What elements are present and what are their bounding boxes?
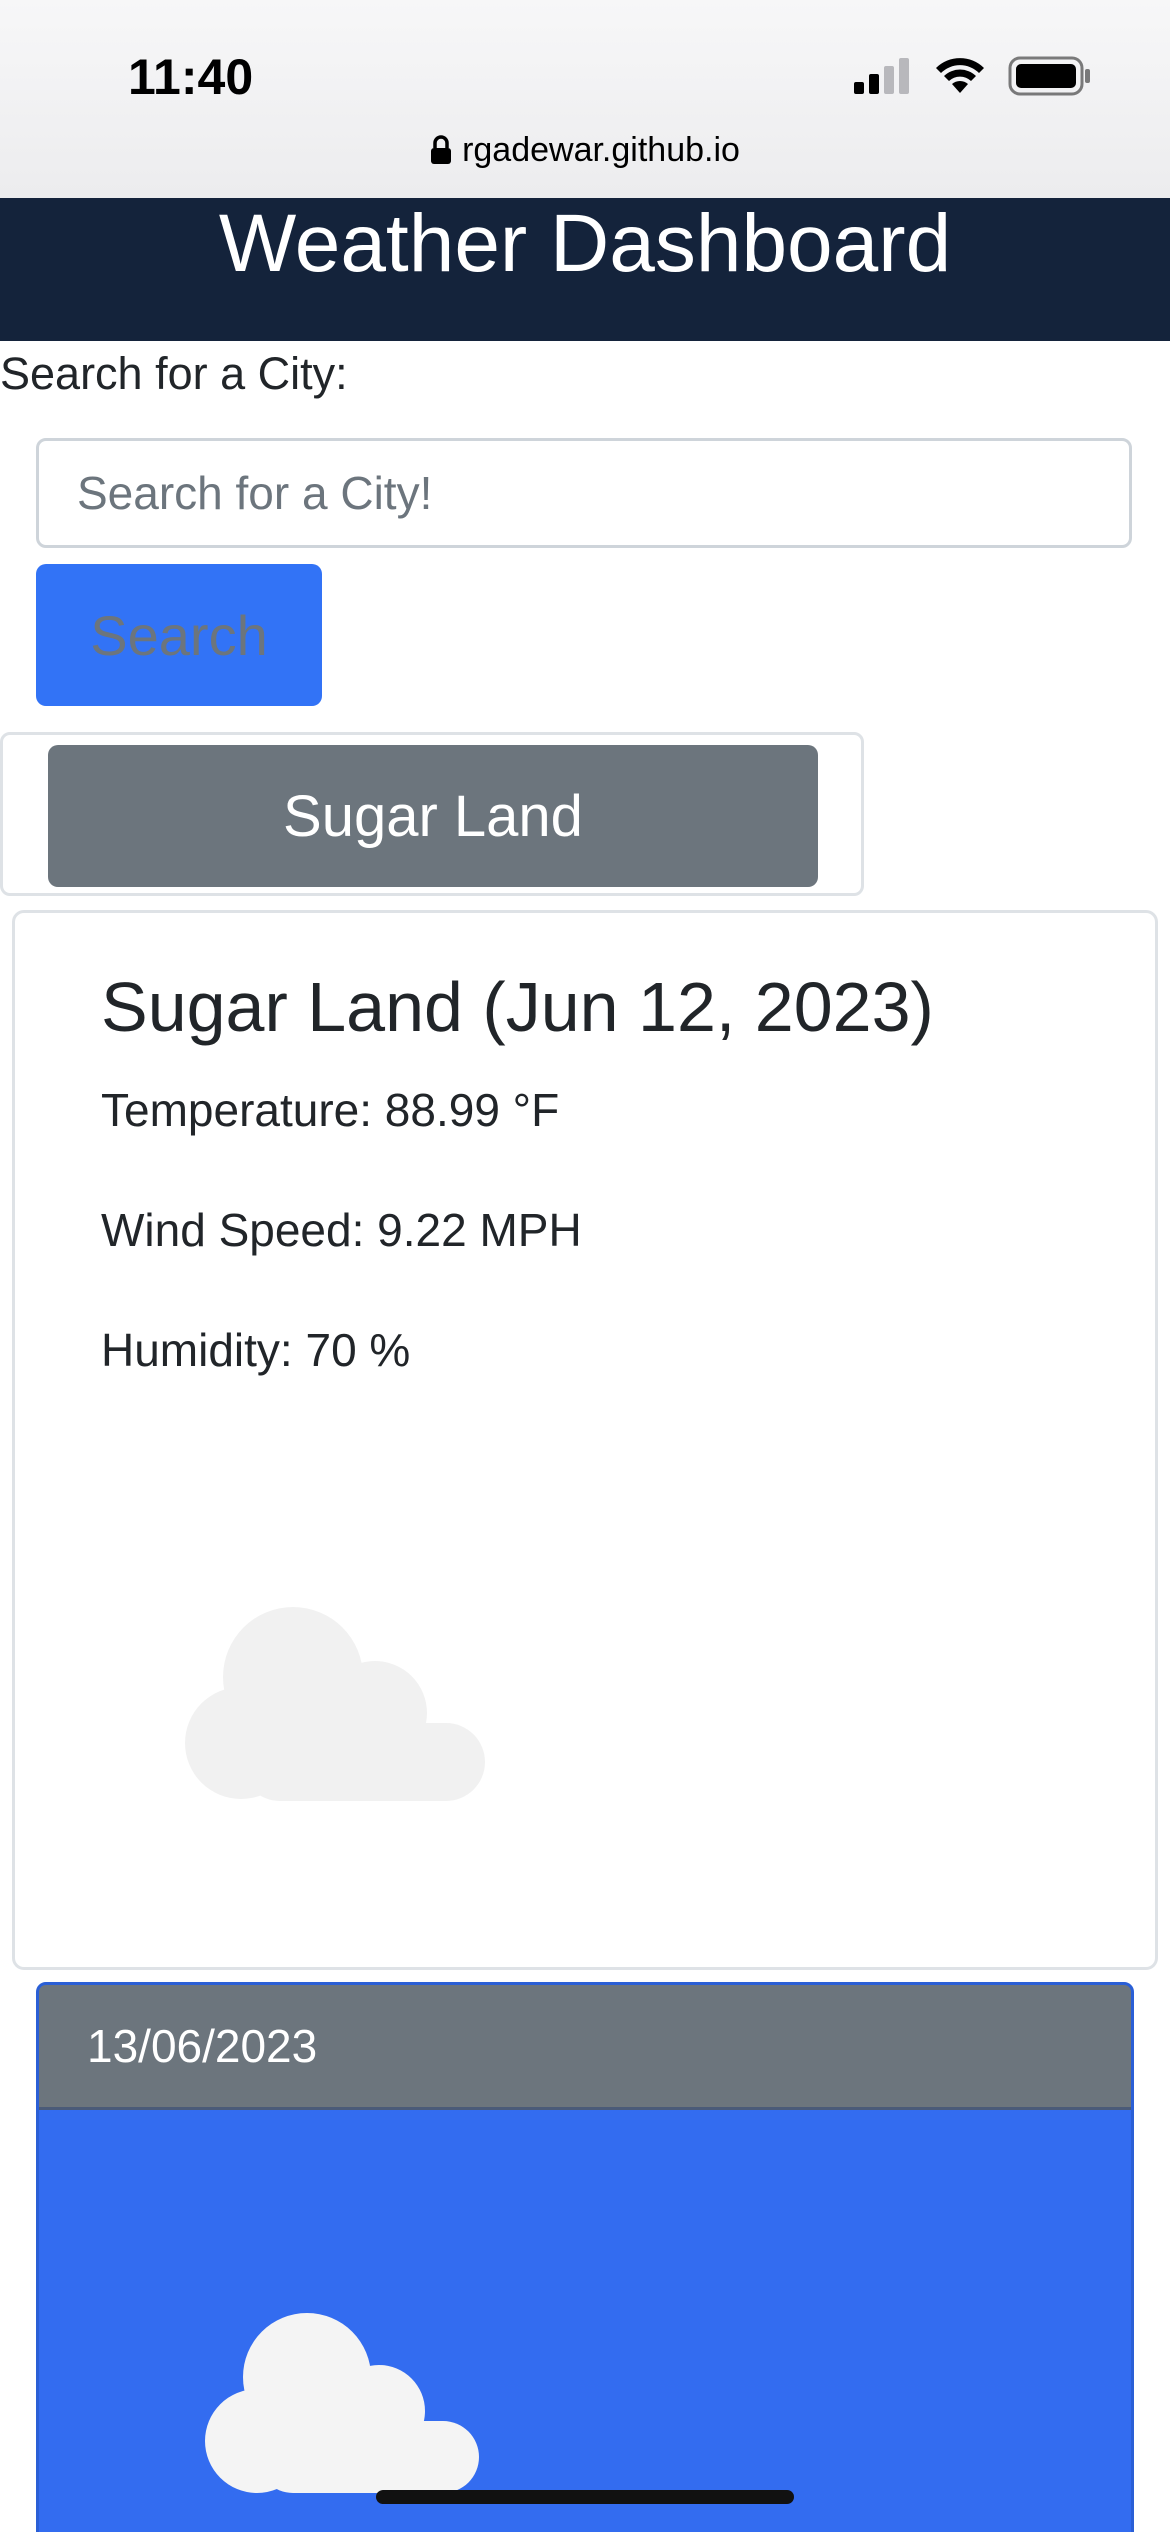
search-input[interactable] xyxy=(36,438,1132,548)
home-indicator[interactable] xyxy=(376,2490,794,2504)
page-title: Weather Dashboard xyxy=(218,198,952,289)
forecast-date: 13/06/2023 xyxy=(39,1985,1131,2110)
browser-chrome: 11:40 rgadewar.github.io xyxy=(0,0,1170,198)
humidity-text: Humidity: 70 % xyxy=(101,1324,411,1376)
lock-icon xyxy=(431,135,452,164)
page: 11:40 rgadewar.github.io Weather Dashboa… xyxy=(0,0,1170,2532)
app-header: Weather Dashboard xyxy=(0,198,1170,341)
cloud-icon xyxy=(205,2313,479,2493)
search-label: Search for a City: xyxy=(0,348,348,399)
wind-speed-text: Wind Speed: 9.22 MPH xyxy=(101,1204,582,1256)
temperature-text: Temperature: 88.99 °F xyxy=(101,1084,560,1136)
current-weather-card: Sugar Land (Jun 12, 2023) Temperature: 8… xyxy=(12,910,1158,1970)
search-history: Sugar Land xyxy=(0,732,864,896)
history-city-button[interactable]: Sugar Land xyxy=(48,745,818,887)
cloud-icon xyxy=(185,1607,485,1801)
battery-icon xyxy=(1008,56,1090,96)
current-weather-title: Sugar Land (Jun 12, 2023) xyxy=(101,968,934,1046)
wifi-icon xyxy=(936,58,984,93)
cellular-signal-icon xyxy=(854,58,909,94)
status-time: 11:40 xyxy=(128,49,254,105)
url-text: rgadewar.github.io xyxy=(462,130,740,169)
status-icons xyxy=(854,56,1092,96)
address-bar[interactable]: rgadewar.github.io xyxy=(0,128,1170,172)
forecast-card: 13/06/2023 xyxy=(36,1982,1134,2532)
search-button[interactable]: Search xyxy=(36,564,322,706)
